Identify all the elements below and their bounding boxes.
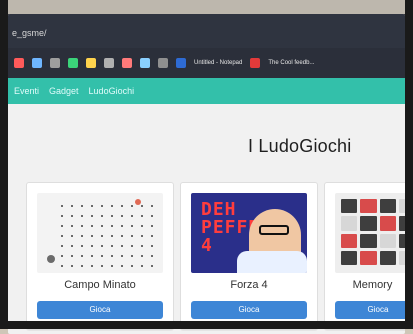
desk-surface: [0, 0, 413, 14]
bookmark-icon[interactable]: [86, 58, 96, 68]
bookmark-label[interactable]: The Cool feedb...: [268, 60, 314, 66]
game-card-campo-minato[interactable]: Campo Minato Gioca: [26, 182, 174, 330]
page-title: I LudoGiochi: [248, 136, 352, 156]
card-title: Campo Minato: [64, 279, 136, 291]
bookmark-icon[interactable]: [122, 58, 132, 68]
address-fragment[interactable]: e_gsme/: [8, 28, 47, 44]
memory-tile: [379, 250, 396, 265]
memory-tile: [360, 233, 377, 248]
play-button[interactable]: Gioca: [191, 301, 307, 319]
memory-tile: [341, 250, 358, 265]
memory-tile: [341, 233, 358, 248]
bookmark-label[interactable]: Untitled - Notepad: [194, 60, 242, 66]
feedback-icon[interactable]: [250, 58, 261, 68]
memory-tile: [360, 199, 377, 214]
memory-tile: [341, 216, 358, 231]
play-button[interactable]: Gioca: [37, 301, 163, 319]
memory-tile: [341, 199, 358, 214]
nav-item-eventi[interactable]: Eventi: [14, 86, 39, 96]
site-nav: Eventi Gadget LudoGiochi: [8, 78, 405, 104]
monitor-edge-right: [405, 0, 413, 329]
browser-screen: e_gsme/ Untitled - Notepad The Cool feed…: [8, 14, 405, 334]
card-title: Forza 4: [230, 279, 268, 291]
shirt-icon: [237, 251, 307, 273]
browser-tabbar: e_gsme/: [8, 14, 405, 48]
game-card-memory[interactable]: Memory Gioca: [324, 182, 405, 330]
play-button[interactable]: Gioca: [335, 301, 405, 319]
minesweeper-grid-icon: [57, 201, 157, 271]
memory-grid-icon: [341, 199, 405, 265]
game-card-forza-4[interactable]: DEH PEFFDS 4 Forza 4 Gioca: [180, 182, 318, 330]
nav-item-ludogiochi[interactable]: LudoGiochi: [89, 86, 135, 96]
bookmark-icon[interactable]: [32, 58, 42, 68]
bookmark-icon[interactable]: [140, 58, 150, 68]
monitor-edge-left: [0, 0, 8, 329]
nav-item-gadget[interactable]: Gadget: [49, 86, 79, 96]
memory-tile: [360, 216, 377, 231]
memory-tile: [379, 233, 396, 248]
memory-tile: [360, 250, 377, 265]
bookmark-icon[interactable]: [158, 58, 168, 68]
monitor-edge-bottom: [0, 321, 413, 329]
mine-indicator-icon: [135, 199, 141, 205]
minesweeper-thumbnail: [37, 193, 163, 273]
bookmarks-bar: Untitled - Notepad The Cool feedb...: [8, 48, 405, 78]
notepad-icon[interactable]: [176, 58, 186, 68]
forza4-thumbnail: DEH PEFFDS 4: [191, 193, 307, 273]
games-cards: Campo Minato Gioca DEH PEFFDS 4 Forza 4 Gi…: [16, 182, 405, 334]
memory-tile: [379, 216, 396, 231]
bookmark-icon[interactable]: [68, 58, 78, 68]
bookmark-icon[interactable]: [14, 58, 24, 68]
mine-icon: [47, 255, 55, 263]
glasses-icon: [259, 225, 289, 235]
bookmark-icon[interactable]: [50, 58, 60, 68]
memory-tile: [379, 199, 396, 214]
bookmark-icon[interactable]: [104, 58, 114, 68]
card-title: Memory: [352, 279, 393, 291]
memory-thumbnail: [335, 193, 405, 273]
